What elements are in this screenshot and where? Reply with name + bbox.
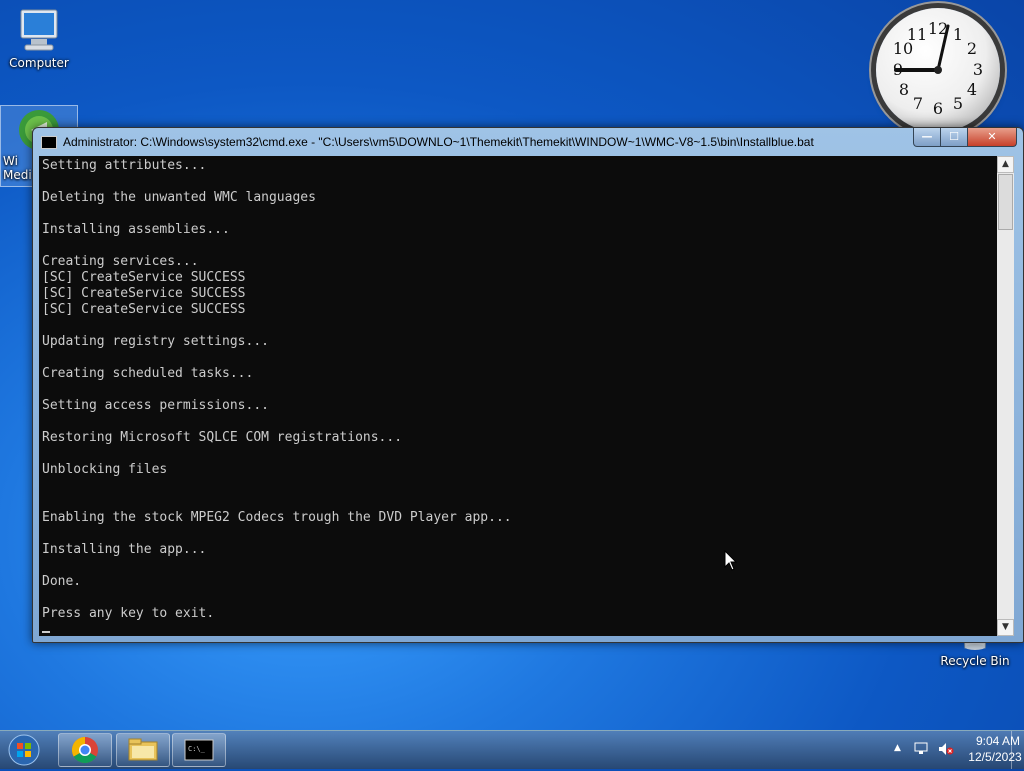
clock-number: 1 xyxy=(953,25,963,44)
window-title: Administrator: C:\Windows\system32\cmd.e… xyxy=(63,135,814,149)
maximize-button[interactable]: ☐ xyxy=(940,128,968,147)
system-tray: ▲ 9:04 AM 12/5/2023 xyxy=(874,731,1024,769)
clock-number: 8 xyxy=(899,80,909,99)
clock-gadget[interactable]: 12 1 2 3 4 5 6 7 8 9 10 11 xyxy=(876,8,1000,132)
mouse-pointer-icon xyxy=(724,550,738,571)
vertical-scrollbar[interactable]: ▲ ▼ xyxy=(997,156,1014,636)
close-button[interactable]: ✕ xyxy=(967,128,1017,147)
taskbar-cmd[interactable]: C:\_ xyxy=(172,733,226,767)
clock-face: 12 1 2 3 4 5 6 7 8 9 10 11 xyxy=(893,19,983,118)
action-center-icon[interactable] xyxy=(914,742,928,756)
taskbar-explorer[interactable] xyxy=(116,733,170,767)
cmd-title-icon xyxy=(41,136,57,149)
folder-icon xyxy=(128,738,158,761)
clock-number: 3 xyxy=(973,60,983,79)
clock-number: 6 xyxy=(933,99,943,118)
scroll-thumb[interactable] xyxy=(998,174,1013,230)
cmd-window[interactable]: Administrator: C:\Windows\system32\cmd.e… xyxy=(32,127,1024,643)
clock-number: 11 xyxy=(907,25,927,44)
desktop-icon-label: Computer xyxy=(9,56,69,70)
console-cursor xyxy=(42,631,50,633)
title-bar[interactable]: Administrator: C:\Windows\system32\cmd.e… xyxy=(33,128,1023,156)
start-button[interactable] xyxy=(4,733,48,767)
show-hidden-icons-icon[interactable]: ▲ xyxy=(894,743,901,753)
desktop-icon-label: Recycle Bin xyxy=(940,654,1010,668)
clock-number: 5 xyxy=(953,94,963,113)
console-output[interactable]: Setting attributes... Deleting the unwan… xyxy=(39,156,997,636)
svg-text:C:\_: C:\_ xyxy=(188,745,206,753)
minimize-button[interactable]: — xyxy=(913,128,941,147)
taskbar: C:\_ ▲ 9:04 AM 12/5/2023 xyxy=(0,730,1024,769)
taskbar-chrome[interactable] xyxy=(58,733,112,767)
clock-number: 7 xyxy=(913,94,923,113)
cmd-icon: C:\_ xyxy=(184,739,214,761)
volume-muted-icon[interactable] xyxy=(938,742,954,756)
clock-number: 2 xyxy=(967,39,977,58)
show-desktop-button[interactable] xyxy=(1011,731,1024,769)
chrome-icon xyxy=(71,736,98,764)
scroll-down-button[interactable]: ▼ xyxy=(997,619,1014,636)
console-text: Setting attributes... Deleting the unwan… xyxy=(39,156,997,636)
start-orb-icon xyxy=(8,734,40,766)
computer-icon xyxy=(20,9,58,51)
desktop-icon-computer[interactable]: Computer xyxy=(4,8,74,70)
scroll-up-button[interactable]: ▲ xyxy=(997,156,1014,173)
clock-number: 4 xyxy=(967,80,977,99)
